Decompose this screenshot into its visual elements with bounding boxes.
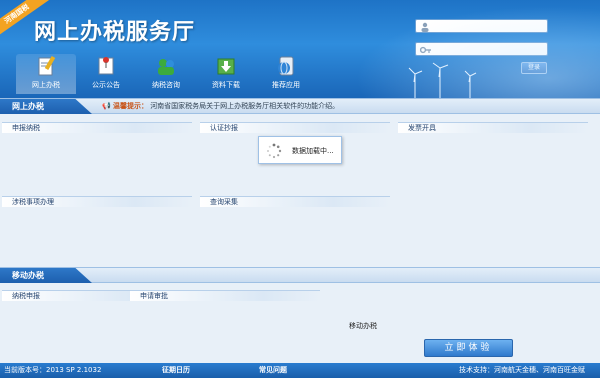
group-query-collection[interactable]: 查询采集 (200, 196, 390, 207)
password-field[interactable] (415, 42, 548, 56)
nav-announcements[interactable]: 公示公告 (76, 54, 136, 94)
faq-link[interactable]: 常见问题 (259, 363, 287, 378)
nav-announcements-label: 公示公告 (92, 81, 120, 89)
online-tax-section-title: 网上办税 (0, 99, 92, 114)
nav-recommended-apps[interactable]: 推荐应用 (256, 54, 316, 94)
username-field[interactable] (415, 19, 548, 33)
notice-label: 温馨提示： (112, 102, 148, 110)
loading-text: 数据加载中... (292, 147, 334, 155)
download-icon (217, 58, 235, 75)
nav-downloads-label: 资料下载 (212, 81, 240, 89)
group-invoice-issuing[interactable]: 发票开具 (398, 122, 588, 133)
tax-calendar-link[interactable]: 征期日历 (162, 363, 190, 378)
document-pen-icon (38, 55, 56, 76)
wind-turbine-decoration (408, 62, 477, 98)
group-certification[interactable]: 认证抄报 (200, 122, 390, 133)
group-tax-declaration[interactable]: 申报纳税 (2, 122, 192, 133)
support-text: 技术支持：河南航天金穗、河南百旺金赋 (459, 366, 585, 374)
status-footer: 当前版本号：2013 SP 2.1032 征期日历 常见问题 技术支持：河南航天… (0, 363, 600, 378)
consult-people-icon (158, 59, 174, 75)
app-header: 河南国税 网上办税服务厅 网上办税 公示公告 纳税咨询 资料下载 推荐应用 登录 (0, 0, 600, 98)
loading-popup: 数据加载中... (258, 136, 342, 164)
nav-consult-label: 纳税咨询 (152, 81, 180, 89)
notice-bar: 📢 温馨提示： 河南省国家税务局关于网上办税服务厅相关软件的功能介绍。 (102, 101, 339, 111)
megaphone-icon: 📢 (102, 102, 111, 110)
notice-text[interactable]: 河南省国家税务局关于网上办税服务厅相关软件的功能介绍。 (150, 102, 339, 110)
nav-consult[interactable]: 纳税咨询 (136, 54, 196, 94)
user-icon (421, 22, 429, 32)
group-application-approval[interactable]: 申请审批 (130, 290, 320, 301)
try-now-button[interactable]: 立即体验 (424, 339, 513, 357)
version-text: 当前版本号：2013 SP 2.1032 (4, 366, 102, 374)
app-globe-icon (278, 56, 294, 76)
mobile-tax-label: 移动办税 (349, 322, 377, 330)
nav-online-tax[interactable]: 网上办税 (16, 54, 76, 94)
loading-spinner-icon (267, 143, 282, 159)
nav-recommended-apps-label: 推荐应用 (272, 81, 300, 89)
group-tax-matters[interactable]: 涉税事项办理 (2, 196, 192, 207)
mobile-tax-section-bar: 移动办税 (0, 267, 600, 283)
login-button[interactable]: 登录 (521, 62, 547, 74)
app-title: 网上办税服务厅 (34, 20, 196, 45)
mobile-tax-section-title: 移动办税 (0, 268, 92, 283)
notice-pin-icon (98, 57, 114, 75)
nav-online-tax-label: 网上办税 (32, 81, 60, 89)
nav-downloads[interactable]: 资料下载 (196, 54, 256, 94)
main-nav: 网上办税 公示公告 纳税咨询 资料下载 推荐应用 (16, 54, 316, 94)
key-icon (420, 46, 431, 54)
online-tax-section-bar: 网上办税 📢 温馨提示： 河南省国家税务局关于网上办税服务厅相关软件的功能介绍。 (0, 98, 600, 114)
